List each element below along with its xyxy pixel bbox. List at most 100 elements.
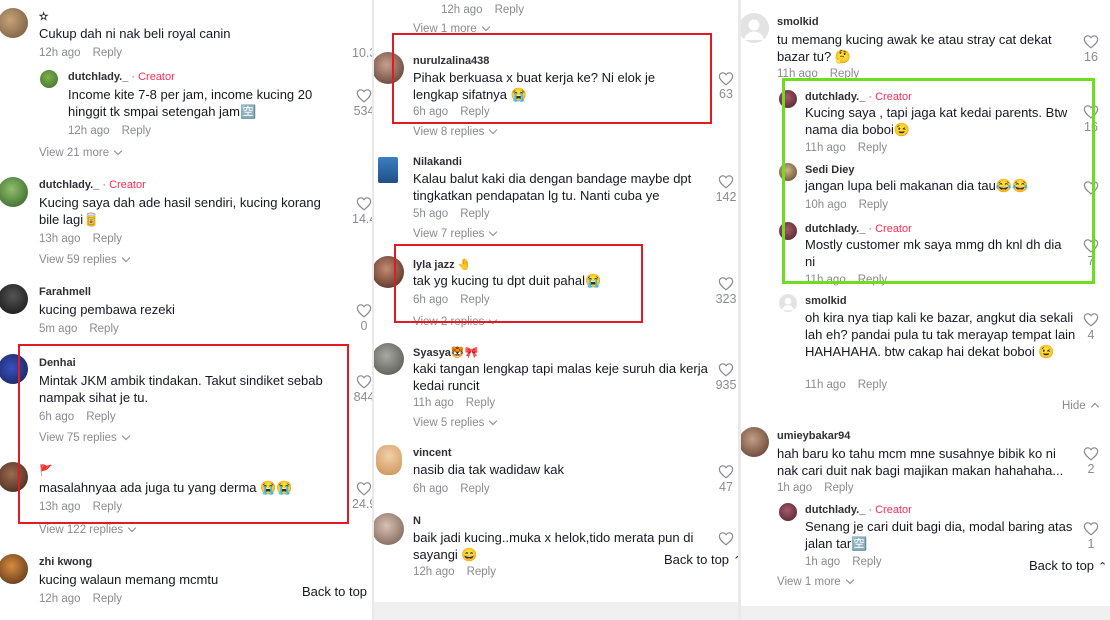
avatar[interactable] — [374, 52, 404, 84]
comment-username[interactable]: zhi kwong — [39, 556, 92, 568]
view-more-button[interactable]: View 1 more — [413, 22, 490, 35]
comment-username[interactable]: Syasya🐯🎀 — [413, 346, 478, 359]
view-replies-button[interactable]: View 7 replies — [413, 227, 498, 240]
comment-username[interactable]: dutchlady._ · Creator — [805, 504, 912, 516]
like-button[interactable]: 0 — [352, 303, 372, 333]
like-button[interactable]: 935 — [714, 362, 738, 392]
like-button[interactable]: 14.4 — [352, 196, 372, 226]
avatar[interactable] — [40, 70, 58, 88]
comment-username[interactable]: dutchlady._ · Creator — [805, 223, 912, 235]
view-more-label[interactable]: View 2 replies — [413, 316, 484, 328]
reply-button[interactable]: Reply — [467, 566, 496, 578]
reply-button[interactable]: Reply — [858, 274, 887, 286]
like-button[interactable]: 10.3 — [352, 25, 372, 60]
avatar[interactable] — [741, 13, 769, 43]
avatar[interactable] — [374, 256, 404, 288]
view-replies-button[interactable]: View 5 replies — [413, 416, 498, 429]
reply-button[interactable]: Reply — [466, 397, 495, 409]
view-more-label[interactable]: View 21 more — [39, 147, 109, 159]
avatar[interactable] — [374, 513, 404, 545]
back-to-top-label[interactable]: Back to top — [664, 552, 729, 567]
like-button[interactable]: 4 — [1079, 312, 1103, 342]
comment-username[interactable]: umieybakar94 — [777, 430, 850, 442]
view-replies-button[interactable]: View 59 replies — [39, 253, 131, 266]
back-to-top-button[interactable]: Back to top — [296, 580, 372, 603]
comment-username[interactable]: smolkid — [777, 16, 819, 28]
avatar[interactable] — [0, 284, 28, 314]
like-button[interactable]: 63 — [714, 71, 738, 101]
avatar[interactable] — [779, 222, 797, 240]
view-more-label[interactable]: View 75 replies — [39, 432, 117, 444]
comment-username[interactable]: smolkid — [805, 295, 847, 307]
comment-username[interactable]: 🚩 — [39, 464, 53, 477]
back-to-top-button[interactable]: Back to top ⌃ — [1023, 554, 1110, 577]
reply-button[interactable]: Reply — [852, 556, 881, 568]
like-button[interactable]: 2 — [1079, 446, 1103, 476]
reply-button[interactable]: Reply — [93, 233, 122, 245]
like-button[interactable]: 1 — [1079, 521, 1103, 551]
view-more-button[interactable]: View 1 more — [777, 575, 854, 588]
avatar[interactable] — [779, 503, 797, 521]
comment-username[interactable]: nurulzalina438 — [413, 55, 489, 67]
reply-button[interactable]: Reply — [89, 323, 118, 335]
reply-button[interactable]: Reply — [858, 379, 887, 391]
avatar[interactable] — [0, 8, 28, 38]
reply-button[interactable]: Reply — [93, 501, 122, 513]
reply-button[interactable]: Reply — [830, 68, 859, 80]
reply-button[interactable]: Reply — [86, 411, 115, 423]
view-replies-button[interactable]: View 75 replies — [39, 431, 131, 444]
back-to-top-label[interactable]: Back to top — [1029, 558, 1094, 573]
comment-username[interactable]: dutchlady._ · Creator — [68, 71, 175, 83]
username-text[interactable]: dutchlady._ — [39, 179, 99, 191]
back-to-top-button[interactable]: Back to top ⌃ — [658, 548, 738, 571]
comment-username[interactable]: Farahmell — [39, 286, 91, 298]
avatar[interactable] — [0, 554, 28, 584]
avatar[interactable] — [374, 343, 404, 375]
like-button[interactable]: 16 — [1079, 104, 1103, 134]
avatar[interactable] — [0, 354, 28, 384]
username-text[interactable]: dutchlady._ — [805, 223, 865, 235]
reply-button[interactable]: Reply — [859, 199, 888, 211]
hide-label[interactable]: Hide — [1062, 400, 1086, 412]
avatar[interactable] — [0, 462, 28, 492]
username-text[interactable]: dutchlady._ — [805, 91, 865, 103]
reply-button[interactable]: Reply — [460, 294, 489, 306]
view-more-label[interactable]: View 1 more — [413, 23, 477, 35]
comment-username[interactable]: dutchlady._ · Creator — [805, 91, 912, 103]
view-more-label[interactable]: View 8 replies — [413, 126, 484, 138]
reply-button[interactable]: Reply — [858, 142, 887, 154]
comment-username[interactable]: Denhai — [39, 357, 76, 369]
reply-button[interactable]: Reply — [824, 482, 853, 494]
reply-button[interactable]: Reply — [460, 208, 489, 220]
like-button[interactable]: 47 — [714, 464, 738, 494]
view-more-label[interactable]: View 7 replies — [413, 228, 484, 240]
comment-username[interactable]: N — [413, 515, 421, 527]
like-button[interactable]: 24.9 — [352, 481, 372, 511]
avatar[interactable] — [741, 427, 769, 457]
view-more-label[interactable]: View 5 replies — [413, 417, 484, 429]
comment-username[interactable]: dutchlady._ · Creator — [39, 179, 146, 191]
like-button[interactable]: 323 — [714, 276, 738, 306]
reply-button[interactable]: Reply — [93, 47, 122, 59]
reply-button[interactable]: Reply — [460, 483, 489, 495]
like-button[interactable] — [714, 531, 738, 546]
reply-button[interactable]: Reply — [122, 125, 151, 137]
username-text[interactable]: dutchlady._ — [805, 504, 865, 516]
view-replies-button[interactable]: View 2 replies — [413, 315, 498, 328]
comment-username[interactable]: Sedi Diey — [805, 164, 855, 176]
avatar[interactable] — [779, 90, 797, 108]
comment-username[interactable]: ✫ — [39, 10, 48, 23]
back-to-top-label[interactable]: Back to top — [302, 584, 367, 599]
hide-replies-button[interactable]: Hide — [1062, 400, 1099, 412]
avatar[interactable] — [0, 177, 28, 207]
reply-button[interactable]: Reply — [495, 4, 524, 16]
view-more-label[interactable]: View 122 replies — [39, 524, 123, 536]
like-button[interactable]: 534 — [352, 88, 372, 118]
reply-button[interactable]: Reply — [93, 593, 122, 605]
view-more-button[interactable]: View 21 more — [39, 146, 123, 159]
view-more-label[interactable]: View 59 replies — [39, 254, 117, 266]
view-replies-button[interactable]: View 122 replies — [39, 523, 137, 536]
avatar[interactable] — [376, 445, 402, 475]
view-replies-button[interactable]: View 8 replies — [413, 125, 498, 138]
comment-username[interactable]: Nilakandi — [413, 156, 462, 168]
